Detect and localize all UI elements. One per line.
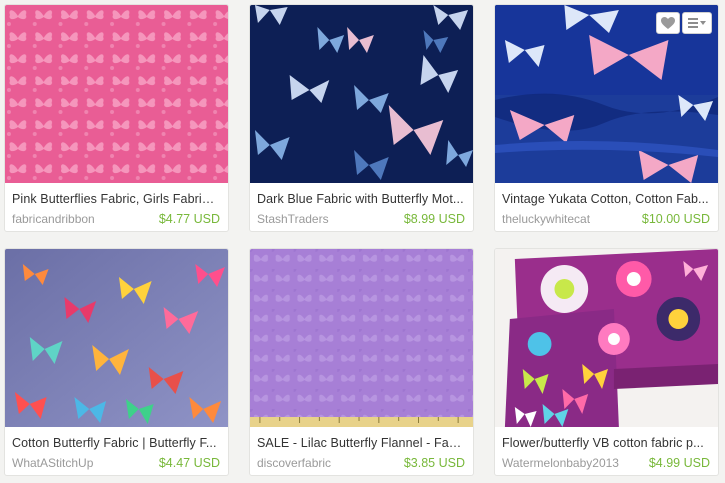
listing-card-2[interactable]: Dark Blue Fabric with Butterfly Mot... S… — [249, 4, 474, 232]
price: $4.99 USD — [648, 456, 710, 470]
listing-image-dark-blue-butterfly-fabric[interactable] — [250, 5, 473, 183]
price: $8.99 USD — [403, 212, 465, 226]
listing-title[interactable]: Cotton Butterfly Fabric | Butterfly F... — [12, 435, 220, 451]
listing-image-pink-butterfly-fabric[interactable] — [5, 5, 228, 183]
listing-title[interactable]: Flower/butterfly VB cotton fabric p... — [502, 435, 710, 451]
listing-card-6[interactable]: Flower/butterfly VB cotton fabric p... W… — [494, 248, 719, 476]
price: $4.47 USD — [158, 456, 220, 470]
price: $10.00 USD — [641, 212, 710, 226]
list-menu-icon — [688, 16, 706, 30]
dark-blue-butterfly-fabric-image — [250, 5, 473, 183]
listing-image-rainbow-butterfly-fabric[interactable] — [5, 249, 228, 427]
lilac-butterfly-flannel-image — [250, 249, 473, 427]
listing-title[interactable]: SALE - Lilac Butterfly Flannel - Fabr... — [257, 435, 465, 451]
shop-name[interactable]: Watermelonbaby2013 — [502, 456, 619, 471]
heart-icon — [661, 16, 675, 29]
listing-image-lilac-butterfly-flannel[interactable] — [250, 249, 473, 427]
listing-image-purple-floral-butterfly-fabric[interactable] — [495, 249, 718, 427]
listing-card-4[interactable]: Cotton Butterfly Fabric | Butterfly F...… — [4, 248, 229, 476]
favorite-button[interactable] — [656, 12, 680, 34]
listing-card-1[interactable]: Pink Butterflies Fabric, Girls Fabric,..… — [4, 4, 229, 232]
listing-title[interactable]: Dark Blue Fabric with Butterfly Mot... — [257, 191, 465, 207]
rainbow-butterfly-fabric-image — [5, 249, 228, 427]
price: $4.77 USD — [158, 212, 220, 226]
shop-name[interactable]: WhatAStitchUp — [12, 456, 93, 471]
shop-name[interactable]: StashTraders — [257, 212, 329, 227]
shop-name[interactable]: theluckywhitecat — [502, 212, 590, 227]
chevron-down-icon — [700, 21, 706, 25]
shop-name[interactable]: discoverfabric — [257, 456, 331, 471]
purple-floral-butterfly-fabric-image — [495, 249, 718, 427]
shop-name[interactable]: fabricandribbon — [12, 212, 95, 227]
price: $3.85 USD — [403, 456, 465, 470]
listing-card-5[interactable]: SALE - Lilac Butterfly Flannel - Fabr...… — [249, 248, 474, 476]
pink-butterfly-fabric-image — [5, 5, 228, 183]
listing-title[interactable]: Pink Butterflies Fabric, Girls Fabric,..… — [12, 191, 220, 207]
listing-card-3[interactable]: Vintage Yukata Cotton, Cotton Fab... the… — [494, 4, 719, 232]
add-to-list-menu-button[interactable] — [682, 12, 712, 34]
listing-title[interactable]: Vintage Yukata Cotton, Cotton Fab... — [502, 191, 710, 207]
